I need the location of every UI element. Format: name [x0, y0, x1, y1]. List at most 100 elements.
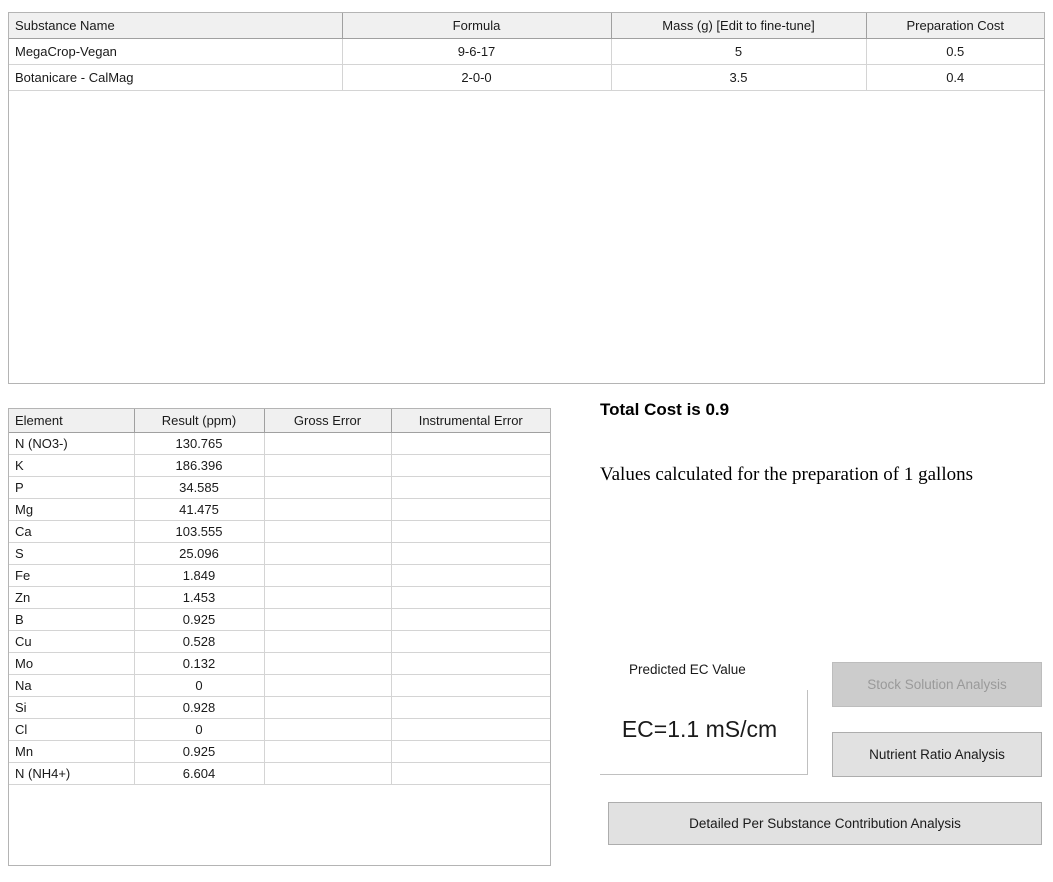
cell-instrumental-error[interactable]: [391, 762, 550, 785]
cell-mass[interactable]: 3.5: [611, 64, 867, 91]
table-row[interactable]: P 34.585: [9, 476, 550, 499]
cell-result-ppm[interactable]: 186.396: [134, 454, 265, 477]
cell-element[interactable]: N (NO3-): [9, 432, 135, 455]
cell-instrumental-error[interactable]: [391, 740, 550, 763]
cell-instrumental-error[interactable]: [391, 476, 550, 499]
table-row[interactable]: Na 0: [9, 674, 550, 697]
cell-formula[interactable]: 9-6-17: [342, 38, 612, 65]
cell-element[interactable]: S: [9, 542, 135, 565]
cell-instrumental-error[interactable]: [391, 630, 550, 653]
table-row[interactable]: Si 0.928: [9, 696, 550, 719]
column-header-gross-error[interactable]: Gross Error: [264, 409, 392, 433]
cell-instrumental-error[interactable]: [391, 608, 550, 631]
cell-result-ppm[interactable]: 6.604: [134, 762, 265, 785]
table-row[interactable]: N (NO3-) 130.765: [9, 432, 550, 455]
cell-element[interactable]: Cl: [9, 718, 135, 741]
column-header-substance-name[interactable]: Substance Name: [9, 13, 343, 39]
table-row[interactable]: Botanicare - CalMag 2-0-0 3.5 0.4: [9, 64, 1044, 91]
cell-element[interactable]: Na: [9, 674, 135, 697]
cell-gross-error[interactable]: [264, 608, 392, 631]
table-row[interactable]: Mo 0.132: [9, 652, 550, 675]
cell-gross-error[interactable]: [264, 432, 392, 455]
column-header-instrumental-error[interactable]: Instrumental Error: [391, 409, 550, 433]
detailed-per-substance-contribution-analysis-button[interactable]: Detailed Per Substance Contribution Anal…: [608, 802, 1042, 845]
cell-result-ppm[interactable]: 0: [134, 674, 265, 697]
cell-gross-error[interactable]: [264, 740, 392, 763]
table-row[interactable]: Cl 0: [9, 718, 550, 741]
table-row[interactable]: Zn 1.453: [9, 586, 550, 609]
cell-result-ppm[interactable]: 130.765: [134, 432, 265, 455]
cell-result-ppm[interactable]: 0.925: [134, 608, 265, 631]
cell-gross-error[interactable]: [264, 476, 392, 499]
table-row[interactable]: B 0.925: [9, 608, 550, 631]
cell-element[interactable]: Cu: [9, 630, 135, 653]
cell-element[interactable]: P: [9, 476, 135, 499]
cell-result-ppm[interactable]: 0: [134, 718, 265, 741]
cell-element[interactable]: Si: [9, 696, 135, 719]
cell-gross-error[interactable]: [264, 762, 392, 785]
cell-mass[interactable]: 5: [611, 38, 867, 65]
cell-element[interactable]: N (NH4+): [9, 762, 135, 785]
table-row[interactable]: N (NH4+) 6.604: [9, 762, 550, 785]
cell-element[interactable]: Ca: [9, 520, 135, 543]
cell-instrumental-error[interactable]: [391, 432, 550, 455]
cell-gross-error[interactable]: [264, 696, 392, 719]
cell-gross-error[interactable]: [264, 542, 392, 565]
table-row[interactable]: S 25.096: [9, 542, 550, 565]
cell-result-ppm[interactable]: 41.475: [134, 498, 265, 521]
cell-result-ppm[interactable]: 0.925: [134, 740, 265, 763]
cell-result-ppm[interactable]: 1.453: [134, 586, 265, 609]
cell-result-ppm[interactable]: 0.132: [134, 652, 265, 675]
cell-instrumental-error[interactable]: [391, 674, 550, 697]
cell-result-ppm[interactable]: 34.585: [134, 476, 265, 499]
cell-gross-error[interactable]: [264, 674, 392, 697]
cell-result-ppm[interactable]: 25.096: [134, 542, 265, 565]
cell-instrumental-error[interactable]: [391, 520, 550, 543]
cell-element[interactable]: Mn: [9, 740, 135, 763]
cell-preparation-cost[interactable]: 0.5: [866, 38, 1044, 65]
cell-element[interactable]: Zn: [9, 586, 135, 609]
table-row[interactable]: Fe 1.849: [9, 564, 550, 587]
column-header-element[interactable]: Element: [9, 409, 135, 433]
cell-substance-name[interactable]: MegaCrop-Vegan: [9, 38, 343, 65]
cell-element[interactable]: Fe: [9, 564, 135, 587]
cell-instrumental-error[interactable]: [391, 586, 550, 609]
table-row[interactable]: K 186.396: [9, 454, 550, 477]
cell-element[interactable]: Mg: [9, 498, 135, 521]
cell-result-ppm[interactable]: 0.928: [134, 696, 265, 719]
cell-gross-error[interactable]: [264, 520, 392, 543]
cell-element[interactable]: Mo: [9, 652, 135, 675]
cell-instrumental-error[interactable]: [391, 696, 550, 719]
cell-instrumental-error[interactable]: [391, 454, 550, 477]
cell-gross-error[interactable]: [264, 718, 392, 741]
nutrient-ratio-analysis-button[interactable]: Nutrient Ratio Analysis: [832, 732, 1042, 777]
cell-instrumental-error[interactable]: [391, 652, 550, 675]
table-row[interactable]: MegaCrop-Vegan 9-6-17 5 0.5: [9, 38, 1044, 65]
column-header-result-ppm[interactable]: Result (ppm): [134, 409, 265, 433]
column-header-preparation-cost[interactable]: Preparation Cost: [866, 13, 1044, 39]
cell-gross-error[interactable]: [264, 630, 392, 653]
cell-gross-error[interactable]: [264, 586, 392, 609]
column-header-mass[interactable]: Mass (g) [Edit to fine-tune]: [611, 13, 867, 39]
cell-result-ppm[interactable]: 1.849: [134, 564, 265, 587]
cell-instrumental-error[interactable]: [391, 718, 550, 741]
cell-result-ppm[interactable]: 0.528: [134, 630, 265, 653]
cell-element[interactable]: B: [9, 608, 135, 631]
cell-gross-error[interactable]: [264, 564, 392, 587]
stock-solution-analysis-button[interactable]: Stock Solution Analysis: [832, 662, 1042, 707]
cell-element[interactable]: K: [9, 454, 135, 477]
cell-substance-name[interactable]: Botanicare - CalMag: [9, 64, 343, 91]
cell-formula[interactable]: 2-0-0: [342, 64, 612, 91]
table-row[interactable]: Cu 0.528: [9, 630, 550, 653]
cell-instrumental-error[interactable]: [391, 498, 550, 521]
cell-gross-error[interactable]: [264, 454, 392, 477]
cell-result-ppm[interactable]: 103.555: [134, 520, 265, 543]
column-header-formula[interactable]: Formula: [342, 13, 612, 39]
cell-gross-error[interactable]: [264, 498, 392, 521]
cell-preparation-cost[interactable]: 0.4: [866, 64, 1044, 91]
table-row[interactable]: Mg 41.475: [9, 498, 550, 521]
table-row[interactable]: Ca 103.555: [9, 520, 550, 543]
cell-instrumental-error[interactable]: [391, 564, 550, 587]
table-row[interactable]: Mn 0.925: [9, 740, 550, 763]
cell-instrumental-error[interactable]: [391, 542, 550, 565]
